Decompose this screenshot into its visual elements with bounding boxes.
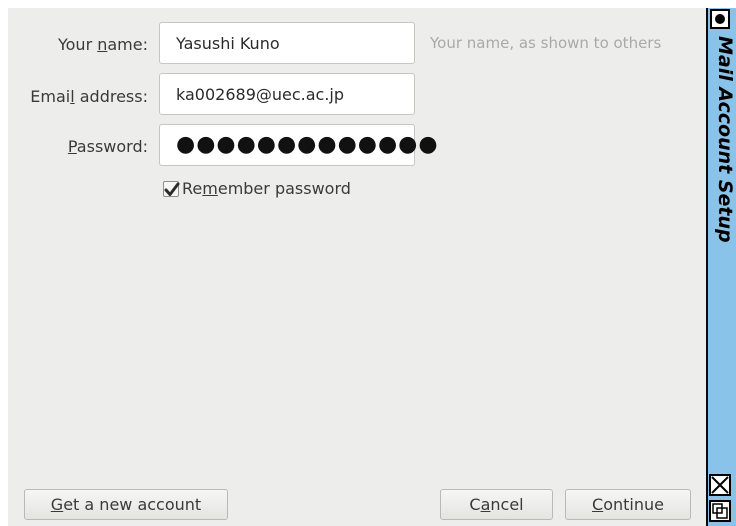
remember-password-checkbox[interactable]	[163, 180, 180, 197]
close-icon[interactable]	[709, 474, 731, 496]
get-new-account-button[interactable]: Get a new account	[24, 489, 228, 520]
account-setup-dialog: Your name: Your name, as shown to others…	[8, 8, 706, 526]
password-field[interactable]: ●●●●●●●●●●●●●	[159, 124, 438, 166]
checkmark-icon	[164, 182, 180, 196]
email-label: Email address:	[30, 87, 148, 106]
name-hint: Your name, as shown to others	[430, 34, 662, 52]
name-label: Your name:	[57, 35, 148, 54]
window-title: Mail Account Setup	[714, 36, 736, 243]
name-field[interactable]	[159, 22, 415, 64]
name-input[interactable]	[176, 33, 414, 53]
continue-button[interactable]: Continue	[565, 489, 691, 520]
close-glyph	[711, 476, 729, 494]
remember-password-label: Remember password	[182, 179, 351, 198]
email-field[interactable]	[159, 73, 415, 115]
maximize-glyph	[712, 503, 728, 519]
maximize-icon[interactable]	[709, 500, 731, 522]
window-titlebar[interactable]: Mail Account Setup	[706, 8, 736, 526]
password-mask: ●●●●●●●●●●●●●	[176, 132, 439, 157]
cancel-button[interactable]: Ca ncel	[440, 489, 553, 520]
remember-password-option[interactable]: Remember password	[163, 179, 351, 198]
email-input[interactable]	[176, 84, 414, 104]
password-label: Password:	[67, 137, 148, 156]
window-menu-icon[interactable]	[710, 9, 730, 29]
